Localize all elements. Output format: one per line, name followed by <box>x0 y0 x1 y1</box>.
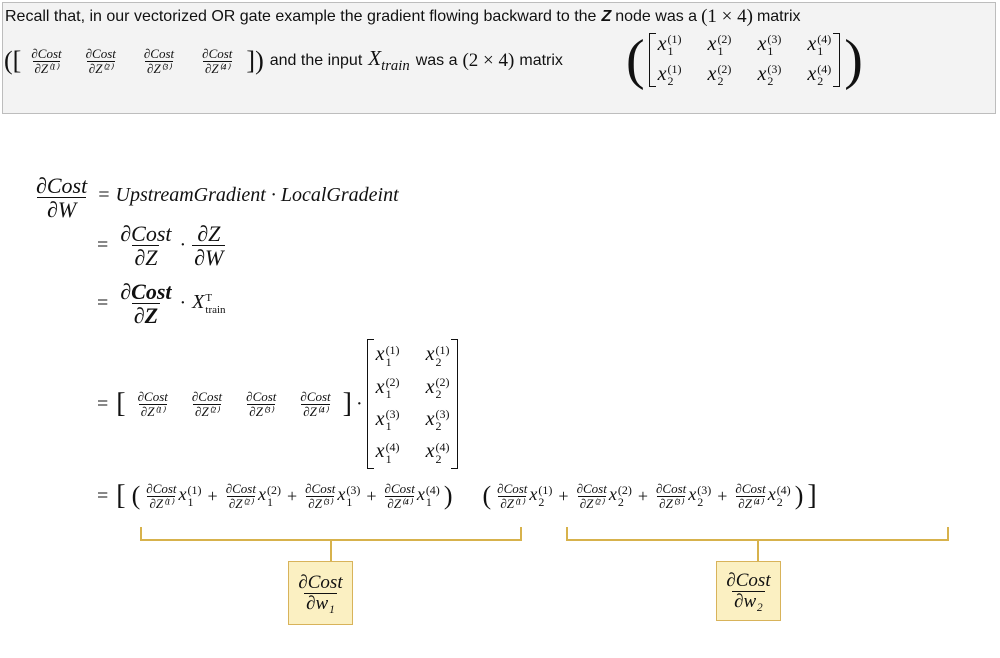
note-grad-3: ∂Cost ∂Z⁽³⁾ <box>143 45 175 76</box>
derivation-line-2: = ∂Cost ∂Z · ∂Z ∂W <box>97 221 226 271</box>
note-xtrain-matrix: ( x (1) 1 x (2) 1 x (3) 1 x (4) 1 x (1) 2 x (2) 2 x(… <box>626 29 863 91</box>
dcost-dw2-box: ∂Cost ∂w₂ <box>716 561 781 621</box>
brace-left <box>140 527 522 541</box>
note-text-1a: Recall that, in our vectorized OR gate e… <box>5 8 597 25</box>
derivation-line-3: = ∂Cost ∂Z · X Ttrain <box>97 279 226 329</box>
note-line-2: ([ ∂Cost ∂Z⁽¹⁾ ∂Cost ∂Z⁽²⁾ ∂Cost ∂Z⁽³⁾ ∂Cos… <box>4 45 563 76</box>
note-text-2c: matrix <box>519 52 563 69</box>
lhs-fraction: ∂Cost ∂W <box>36 173 88 223</box>
derivation-line-4: = [ ∂Cost ∂Z⁽¹⁾ ∂Cost ∂Z⁽²⁾ ∂Cost ∂Z⁽³⁾ ∂Co… <box>97 334 459 474</box>
dcost-dw1-box: ∂Cost ∂w₁ <box>288 561 353 625</box>
brace-right-stem <box>757 541 759 563</box>
note-text-2b: was a <box>415 52 458 69</box>
brace-left-stem <box>330 541 332 563</box>
x-train-symbol: Xtrain <box>368 46 410 75</box>
note-grad-2: ∂Cost ∂Z⁽²⁾ <box>85 45 116 76</box>
xtrain-transpose-matrix: x (1) 1 x (1) 2 x (2) 1 x (2) 2 x (3) 1 x (3) 2 x (4)… <box>366 339 459 469</box>
dim-2x4: (2 × 4) <box>462 50 515 71</box>
derivation-line-1: = UpstreamGradient · LocalGradeint <box>97 184 399 206</box>
derivation-line-5: = [ ( ∂Cost ∂Z⁽¹⁾ x (1) 1 + ∂Cost ∂Z⁽²⁾ x (2) 1 … <box>97 480 817 511</box>
z-node-label: Z <box>601 8 612 25</box>
note-grad-4: ∂Cost ∂Z⁽⁴⁾ <box>202 45 233 76</box>
note-text-2a: and the input <box>269 52 363 69</box>
brace-right <box>566 527 949 541</box>
note-grad-1: ∂Cost ∂Z⁽¹⁾ <box>31 45 62 76</box>
